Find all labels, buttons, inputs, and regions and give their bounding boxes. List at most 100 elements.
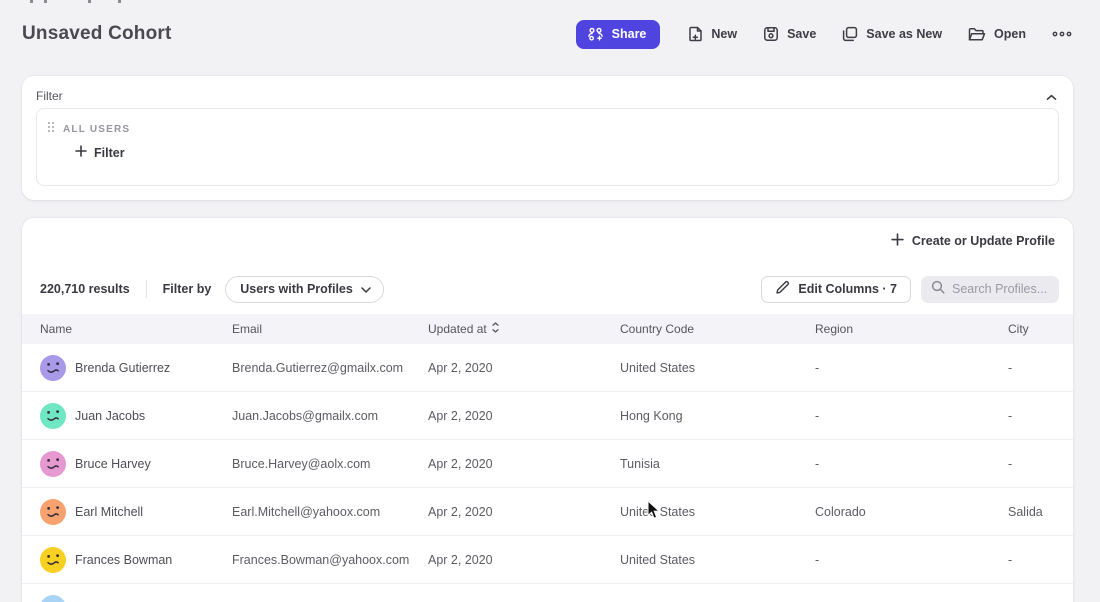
profile-city: -	[1008, 553, 1073, 567]
profile-email: Juan.Jacobs@gmailx.com	[232, 409, 428, 423]
page-header: Unsaved Cohort Share	[22, 12, 1072, 56]
profile-city: -	[1008, 409, 1073, 423]
profile-name: Juan Jacobs	[75, 409, 145, 423]
results-bar: 220,710 results Filter by Users with Pro…	[22, 264, 1073, 314]
search-profiles-input[interactable]	[952, 282, 1049, 296]
table-row[interactable]: Brenda Gutierrez Brenda.Gutierrez@gmailx…	[22, 344, 1073, 392]
table-row[interactable]: Earl Mitchell Earl.Mitchell@yahoox.com A…	[22, 488, 1073, 536]
create-or-update-profile-button[interactable]: Create or Update Profile	[891, 233, 1055, 249]
divider	[146, 280, 147, 298]
cohort-builder-screen: { "page": { "title": "Unsaved Cohort" },…	[0, 0, 1100, 602]
profile-type-dropdown-value: Users with Profiles	[240, 282, 353, 296]
edit-columns-label: Edit Columns · 7	[798, 282, 897, 296]
share-users-icon	[587, 27, 604, 42]
drag-handle-icon[interactable]	[47, 120, 55, 138]
column-header-name[interactable]: Name	[40, 322, 232, 336]
profile-email: Brenda.Gutierrez@gmailx.com	[232, 361, 428, 375]
column-header-city[interactable]: City	[1008, 322, 1073, 336]
filter-panel-title: Filter	[36, 89, 63, 103]
profile-email: Earl.Mitchell@yahoox.com	[232, 505, 428, 519]
plus-icon	[891, 233, 904, 249]
profile-updated-at: Apr 2, 2020	[428, 553, 620, 567]
profile-updated-at: Apr 2, 2020	[428, 505, 620, 519]
profile-region: -	[815, 361, 1008, 375]
profile-email: Bruce.Harvey@aolx.com	[232, 457, 428, 471]
open-button-label: Open	[994, 27, 1026, 41]
save-button-label: Save	[787, 27, 816, 41]
column-header-email[interactable]: Email	[232, 322, 428, 336]
profile-name: Frances Bowman	[75, 553, 172, 567]
avatar	[40, 595, 66, 602]
share-button-label: Share	[612, 27, 647, 41]
page-title: Unsaved Cohort	[22, 23, 172, 45]
profile-region: -	[815, 457, 1008, 471]
chevron-down-icon	[361, 282, 371, 296]
profile-city: Salida	[1008, 505, 1073, 519]
save-as-new-button-label: Save as New	[866, 27, 942, 41]
profile-name: Brenda Gutierrez	[75, 361, 170, 375]
profile-updated-at: Apr 2, 2020	[428, 409, 620, 423]
filter-panel: Filter ALL USERS	[22, 76, 1073, 200]
add-filter-label: Filter	[94, 146, 125, 160]
chevron-up-icon	[1046, 89, 1057, 104]
ellipsis-icon	[1052, 31, 1072, 37]
profile-country-code: Tunisia	[620, 457, 815, 471]
table-header-row: Name Email Updated at Country Code Regio…	[22, 314, 1073, 344]
profile-region: -	[815, 553, 1008, 567]
results-count: 220,710 results	[40, 282, 130, 296]
profile-country-code: United States	[620, 361, 815, 375]
profiles-table-body: Brenda Gutierrez Brenda.Gutierrez@gmailx…	[22, 344, 1073, 602]
save-button[interactable]: Save	[763, 26, 816, 42]
add-filter-button[interactable]: Filter	[75, 145, 125, 160]
profile-email: Frances.Bowman@yahoox.com	[232, 553, 428, 567]
profile-region: -	[815, 409, 1008, 423]
profile-updated-at: Apr 2, 2020	[428, 457, 620, 471]
toolbar: Share New Save	[576, 20, 1072, 49]
edit-columns-button[interactable]: Edit Columns · 7	[761, 276, 911, 303]
filter-by-label: Filter by	[163, 282, 212, 296]
search-icon	[931, 280, 945, 299]
new-button[interactable]: New	[688, 26, 737, 42]
avatar	[40, 355, 66, 381]
profile-type-dropdown[interactable]: Users with Profiles	[225, 276, 384, 303]
table-row[interactable]: Bruce Harvey Bruce.Harvey@aolx.com Apr 2…	[22, 440, 1073, 488]
profile-city: -	[1008, 361, 1073, 375]
plus-icon	[75, 145, 87, 160]
copy-icon	[842, 26, 858, 42]
table-row[interactable]: Frances Bowman Frances.Bowman@yahoox.com…	[22, 536, 1073, 584]
collapse-filter-button[interactable]	[1044, 87, 1059, 106]
table-row[interactable]: Juan Jacobs Juan.Jacobs@gmailx.com Apr 2…	[22, 392, 1073, 440]
column-header-region[interactable]: Region	[815, 322, 1008, 336]
filter-group: ALL USERS Filter	[36, 108, 1059, 186]
profile-name: Earl Mitchell	[75, 505, 143, 519]
share-button[interactable]: Share	[576, 20, 661, 49]
profile-country-code: United States	[620, 505, 815, 519]
more-options-button[interactable]	[1052, 31, 1072, 37]
column-header-country-code[interactable]: Country Code	[620, 322, 815, 336]
save-icon	[763, 26, 779, 42]
profile-country-code: Hong Kong	[620, 409, 815, 423]
new-file-icon	[688, 26, 703, 42]
new-button-label: New	[711, 27, 737, 41]
sort-icon	[492, 322, 499, 336]
profile-country-code: United States	[620, 553, 815, 567]
avatar	[40, 547, 66, 573]
avatar	[40, 451, 66, 477]
avatar	[40, 403, 66, 429]
all-users-label: ALL USERS	[63, 124, 130, 135]
breadcrumb	[0, 0, 200, 3]
profiles-panel: Create or Update Profile 220,710 results…	[22, 218, 1073, 602]
profile-city: -	[1008, 457, 1073, 471]
profile-updated-at: Apr 2, 2020	[428, 361, 620, 375]
profile-region: Colorado	[815, 505, 1008, 519]
profile-name: Bruce Harvey	[75, 457, 151, 471]
create-or-update-profile-label: Create or Update Profile	[912, 234, 1055, 248]
column-header-updated-at[interactable]: Updated at	[428, 322, 620, 336]
search-profiles-box	[921, 276, 1059, 303]
folder-open-icon	[968, 27, 986, 42]
avatar	[40, 499, 66, 525]
pencil-icon	[775, 280, 790, 298]
table-row[interactable]	[22, 584, 1073, 602]
open-button[interactable]: Open	[968, 27, 1026, 42]
save-as-new-button[interactable]: Save as New	[842, 26, 942, 42]
